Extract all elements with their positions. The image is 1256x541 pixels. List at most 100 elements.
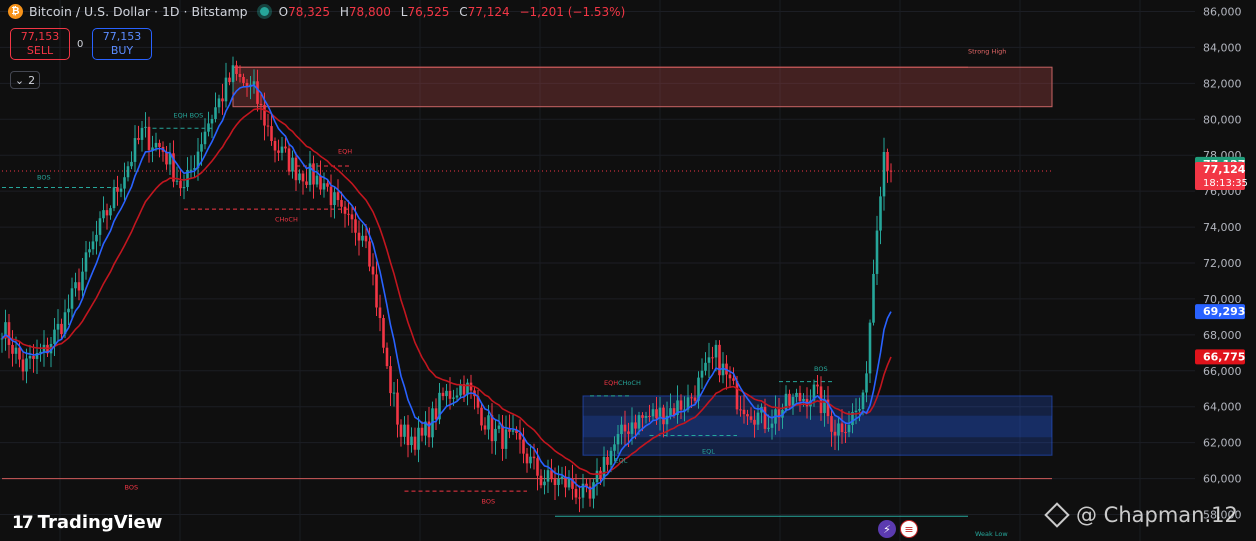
candle-body <box>791 396 795 406</box>
candle-body <box>865 373 868 393</box>
candle-body <box>11 344 14 354</box>
candle-body <box>700 370 704 378</box>
buy-button[interactable]: 77,153 BUY <box>92 28 152 60</box>
candle-body <box>735 380 739 410</box>
candle-body <box>88 249 91 253</box>
candle-body <box>847 425 851 433</box>
candle-body <box>137 138 140 140</box>
candle-body <box>749 416 753 420</box>
candle-body <box>291 157 294 172</box>
candle-body <box>406 424 410 446</box>
candle-body <box>854 410 858 413</box>
price-chart[interactable]: Strong HighBOSEQH BOSEQHCHoCHBOSBOSEQH CH… <box>0 0 1256 541</box>
candle-body <box>420 427 424 436</box>
candle-body <box>543 481 546 486</box>
candle-body <box>879 196 882 231</box>
candle-body <box>350 214 354 220</box>
candle-body <box>91 241 95 250</box>
candle-body <box>567 478 571 488</box>
candle-body <box>651 409 655 417</box>
candle-body <box>445 390 448 397</box>
buy-label: BUY <box>110 44 134 57</box>
candle-body <box>277 150 280 153</box>
candle-body <box>315 175 319 185</box>
lightning-icon[interactable]: ⚡ <box>878 520 896 538</box>
candle-body <box>102 210 105 219</box>
candle-body <box>861 392 865 409</box>
binance-logo-icon <box>1044 502 1070 528</box>
candle-body <box>357 232 361 241</box>
candle-body <box>354 219 357 233</box>
price-axis-tick-label: 62,000 <box>1203 437 1242 450</box>
candle-body <box>245 82 249 87</box>
candle-body <box>623 424 627 432</box>
candle-body <box>455 395 459 398</box>
candle-body <box>301 173 305 182</box>
candle-body <box>648 415 651 417</box>
candle-body <box>147 126 151 151</box>
price-axis-tick-label: 66,000 <box>1203 365 1242 378</box>
candle-body <box>763 406 767 429</box>
candle-body <box>382 318 385 348</box>
us-flag-icon[interactable]: ≡ <box>900 520 918 538</box>
candle-body <box>501 425 504 449</box>
candle-body <box>553 479 557 486</box>
candle-body <box>644 415 648 418</box>
candle-body <box>207 123 210 132</box>
structure-label: CHoCH <box>618 379 641 387</box>
candle-body <box>396 392 399 425</box>
candle-body <box>816 384 819 387</box>
candle-body <box>375 274 378 308</box>
candle-body <box>179 180 182 189</box>
candle-body <box>53 329 56 345</box>
price-axis-tick-label: 82,000 <box>1203 77 1242 90</box>
candle-body <box>25 358 28 372</box>
tradingview-logo-icon: 17 <box>12 512 34 533</box>
candle-body <box>508 429 511 432</box>
candle-body <box>368 241 371 267</box>
candle-body <box>312 163 315 185</box>
candle-body <box>452 397 455 399</box>
candle-body <box>718 344 721 376</box>
structure-label: BOS <box>482 498 496 506</box>
candle-body <box>210 119 214 124</box>
candle-body <box>833 431 837 436</box>
candle-body <box>326 183 329 187</box>
candle-body <box>217 98 221 108</box>
candle-body <box>641 415 644 418</box>
candle-body <box>504 429 508 449</box>
candle-body <box>655 409 658 419</box>
candle-body <box>389 366 392 394</box>
candle-body <box>767 427 770 429</box>
candle-body <box>263 105 266 126</box>
candle-body <box>802 398 805 401</box>
price-axis-tick-label: 74,000 <box>1203 221 1242 234</box>
candle-body <box>637 415 641 429</box>
candle-body <box>434 408 438 420</box>
candle-body <box>546 470 550 482</box>
sell-button[interactable]: 77,153 SELL <box>10 28 70 60</box>
candle-body <box>630 422 634 434</box>
candle-body <box>144 126 147 128</box>
candle-body <box>669 408 672 416</box>
candle-body <box>448 390 452 399</box>
candle-body <box>557 478 560 486</box>
symbol-title[interactable]: Bitcoin / U.S. Dollar · 1D · Bitstamp <box>29 4 248 19</box>
candle-body <box>270 126 273 142</box>
candle-body <box>175 180 179 182</box>
candle-body <box>364 235 368 242</box>
indicators-toggle-button[interactable]: ⌄ 2 <box>10 71 40 89</box>
structure-label: BOS <box>125 483 139 491</box>
candle-body <box>732 378 735 381</box>
candle-body <box>693 397 697 401</box>
spread-value: 0 <box>77 39 84 50</box>
candle-body <box>574 488 578 498</box>
buy-price: 77,153 <box>102 30 142 43</box>
structure-label: Weak Low <box>975 530 1008 538</box>
candle-body <box>21 359 25 372</box>
candle-body <box>487 415 490 430</box>
candle-body <box>340 200 343 207</box>
candle-body <box>182 187 186 189</box>
candle-body <box>532 456 536 459</box>
candle-body <box>413 436 417 450</box>
